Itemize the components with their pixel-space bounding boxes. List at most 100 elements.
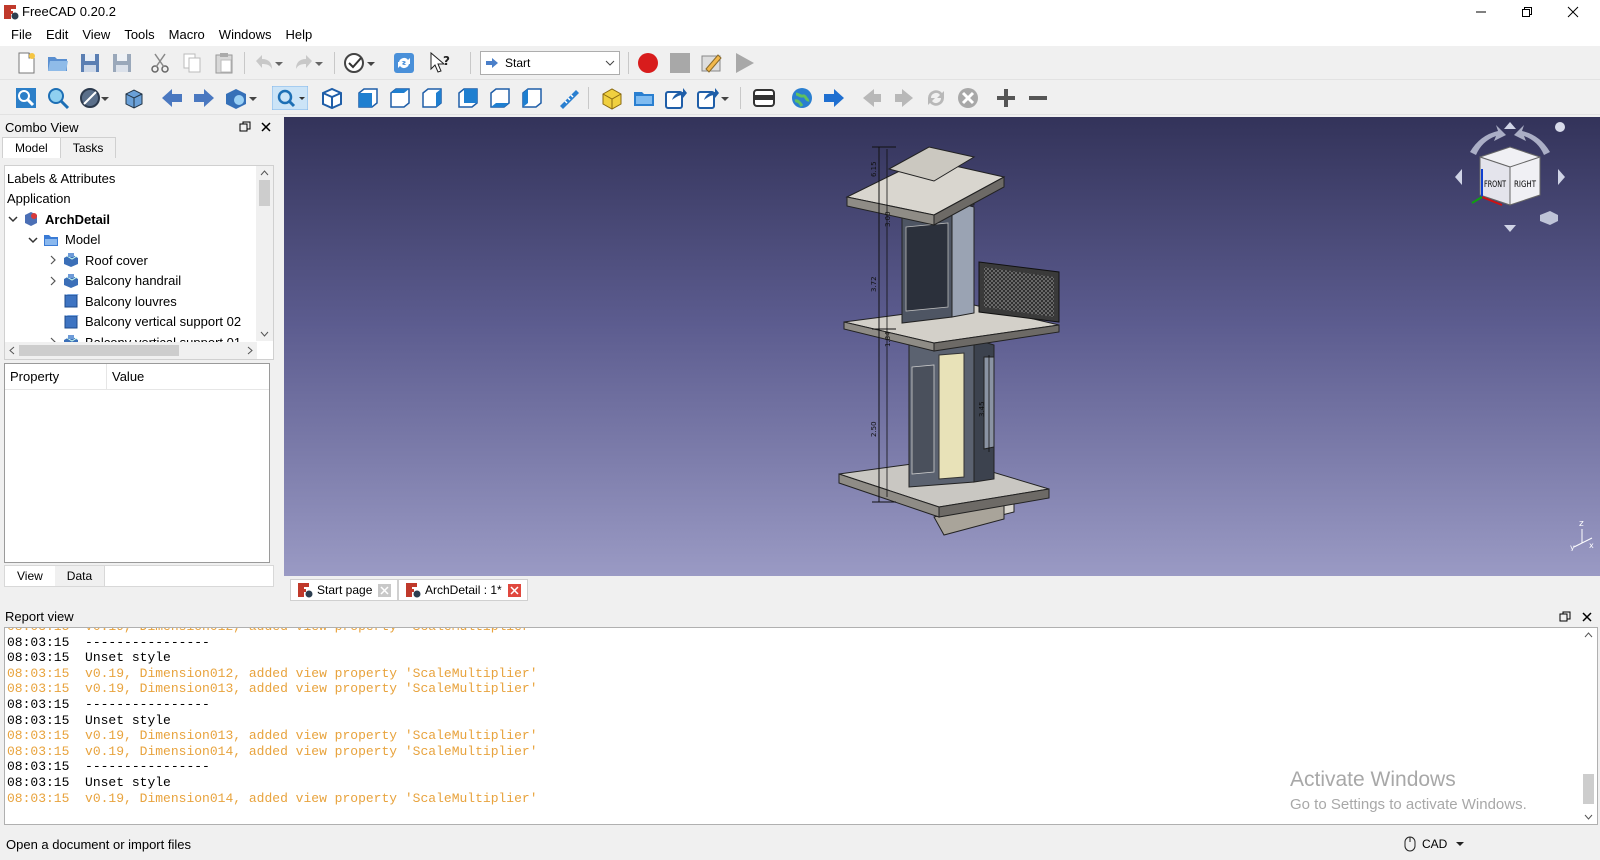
menu-help[interactable]: Help: [279, 24, 320, 46]
copy-icon[interactable]: [180, 51, 204, 75]
nav-down-icon[interactable]: [1504, 225, 1516, 232]
tree-vertical-scrollbar[interactable]: [256, 166, 273, 341]
tree-item[interactable]: ArchDetail: [7, 209, 110, 229]
property-editor[interactable]: Property Value: [4, 363, 270, 563]
menu-file[interactable]: File: [4, 24, 39, 46]
bounding-box-icon[interactable]: [122, 86, 146, 110]
macro-execute-icon[interactable]: [732, 51, 756, 75]
isometric-icon[interactable]: [320, 86, 344, 110]
navcube-front-label[interactable]: FRONT: [1484, 180, 1506, 190]
measure-icon[interactable]: [556, 86, 580, 110]
scroll-right-icon[interactable]: [243, 342, 257, 359]
menu-macro[interactable]: Macro: [162, 24, 212, 46]
tree-hscroll-thumb[interactable]: [19, 345, 179, 356]
tree-scroll-thumb[interactable]: [259, 180, 270, 206]
paste-icon[interactable]: [212, 51, 236, 75]
web-forward-icon[interactable]: [892, 86, 916, 110]
cut-icon[interactable]: [148, 51, 172, 75]
scroll-down-icon[interactable]: [256, 327, 273, 341]
chevron-down-icon[interactable]: [720, 86, 730, 110]
float-panel-icon[interactable]: [1558, 610, 1572, 624]
web-icon[interactable]: [752, 86, 776, 110]
nav-up-icon[interactable]: [1504, 122, 1516, 129]
tree-horizontal-scrollbar[interactable]: [5, 342, 257, 359]
nav-right-icon[interactable]: [1558, 169, 1565, 185]
tab-archdetail[interactable]: ArchDetail : 1*: [398, 579, 528, 601]
menu-windows[interactable]: Windows: [212, 24, 279, 46]
menu-edit[interactable]: Edit: [39, 24, 75, 46]
model-tree[interactable]: Labels & Attributes Application ArchDetail…: [4, 165, 274, 360]
macro-stop-icon[interactable]: [668, 51, 692, 75]
refresh-icon[interactable]: [392, 51, 416, 75]
fit-all-icon[interactable]: [14, 86, 38, 110]
float-panel-icon[interactable]: [238, 120, 252, 134]
rear-view-icon[interactable]: [456, 86, 480, 110]
menu-tools[interactable]: Tools: [117, 24, 161, 46]
navcube-mini-cube-icon[interactable]: [1540, 211, 1558, 225]
close-button[interactable]: [1550, 0, 1596, 24]
tree-item[interactable]: Balcony vertical support 02: [47, 312, 241, 332]
back-icon[interactable]: [160, 86, 184, 110]
nav-left-icon[interactable]: [1455, 169, 1462, 185]
navigation-style-selector[interactable]: CAD: [1404, 836, 1465, 852]
chevron-down-icon[interactable]: [248, 86, 258, 110]
fit-selection-icon[interactable]: [46, 86, 70, 110]
workbench-selector[interactable]: Start: [480, 51, 620, 75]
close-panel-icon[interactable]: [259, 120, 273, 134]
tree-item[interactable]: Model: [27, 230, 100, 250]
std-views-icon[interactable]: [272, 86, 308, 110]
open-icon[interactable]: [46, 51, 70, 75]
chevron-down-icon[interactable]: [27, 235, 39, 245]
zoom-in-icon[interactable]: [994, 86, 1018, 110]
scroll-left-icon[interactable]: [5, 342, 19, 359]
top-view-icon[interactable]: [388, 86, 412, 110]
navigation-cube[interactable]: FRONT RIGHT: [1450, 117, 1570, 237]
chevron-down-icon[interactable]: [274, 51, 284, 75]
scroll-up-icon[interactable]: [1580, 628, 1597, 642]
macro-record-icon[interactable]: [636, 51, 660, 75]
value-column-header[interactable]: Value: [107, 364, 144, 389]
tree-item[interactable]: Application: [7, 189, 71, 209]
menu-view[interactable]: View: [75, 24, 117, 46]
workbench-check-icon[interactable]: [342, 51, 366, 75]
tab-model[interactable]: Model: [2, 137, 61, 158]
close-tab-icon[interactable]: [507, 583, 521, 597]
tab-data[interactable]: Data: [54, 566, 106, 586]
undo-icon[interactable]: [252, 51, 276, 75]
navcube-menu-icon[interactable]: [1555, 122, 1565, 132]
scroll-down-icon[interactable]: [1580, 810, 1597, 824]
minimize-button[interactable]: [1458, 0, 1504, 24]
zoom-out-icon[interactable]: [1026, 86, 1050, 110]
report-scroll-thumb[interactable]: [1583, 774, 1594, 804]
tree-item[interactable]: Roof cover: [47, 250, 148, 270]
tab-view[interactable]: View: [5, 566, 56, 586]
tab-start-page[interactable]: Start page: [290, 579, 399, 601]
tree-item[interactable]: Labels & Attributes: [7, 168, 115, 188]
save-as-icon[interactable]: [110, 51, 134, 75]
whats-this-icon[interactable]: ?: [428, 51, 452, 75]
web-refresh-icon[interactable]: [924, 86, 948, 110]
home-icon[interactable]: [790, 86, 814, 110]
property-column-header[interactable]: Property: [5, 364, 107, 389]
scroll-up-icon[interactable]: [256, 166, 273, 180]
chevron-down-icon[interactable]: [100, 86, 110, 110]
restore-button[interactable]: [1504, 0, 1550, 24]
web-back-icon[interactable]: [860, 86, 884, 110]
group-icon[interactable]: [632, 86, 656, 110]
tab-tasks[interactable]: Tasks: [59, 137, 117, 158]
report-vertical-scrollbar[interactable]: [1580, 628, 1597, 824]
right-view-icon[interactable]: [420, 86, 444, 110]
web-stop-icon[interactable]: [956, 86, 980, 110]
redo-icon[interactable]: [292, 51, 316, 75]
sync-view-icon[interactable]: [224, 86, 248, 110]
part-icon[interactable]: [600, 86, 624, 110]
link-actions-icon[interactable]: [696, 86, 720, 110]
left-view-icon[interactable]: [520, 86, 544, 110]
bottom-view-icon[interactable]: [488, 86, 512, 110]
chevron-right-icon[interactable]: [47, 276, 59, 286]
front-view-icon[interactable]: [356, 86, 380, 110]
forward-icon[interactable]: [192, 86, 216, 110]
tree-item[interactable]: Balcony louvres: [47, 291, 177, 311]
3d-viewport[interactable]: 6.15 3.72 2.50 3.45 1.84 3.00 FRONT RIGHT: [284, 117, 1600, 576]
chevron-down-icon[interactable]: [366, 51, 376, 75]
